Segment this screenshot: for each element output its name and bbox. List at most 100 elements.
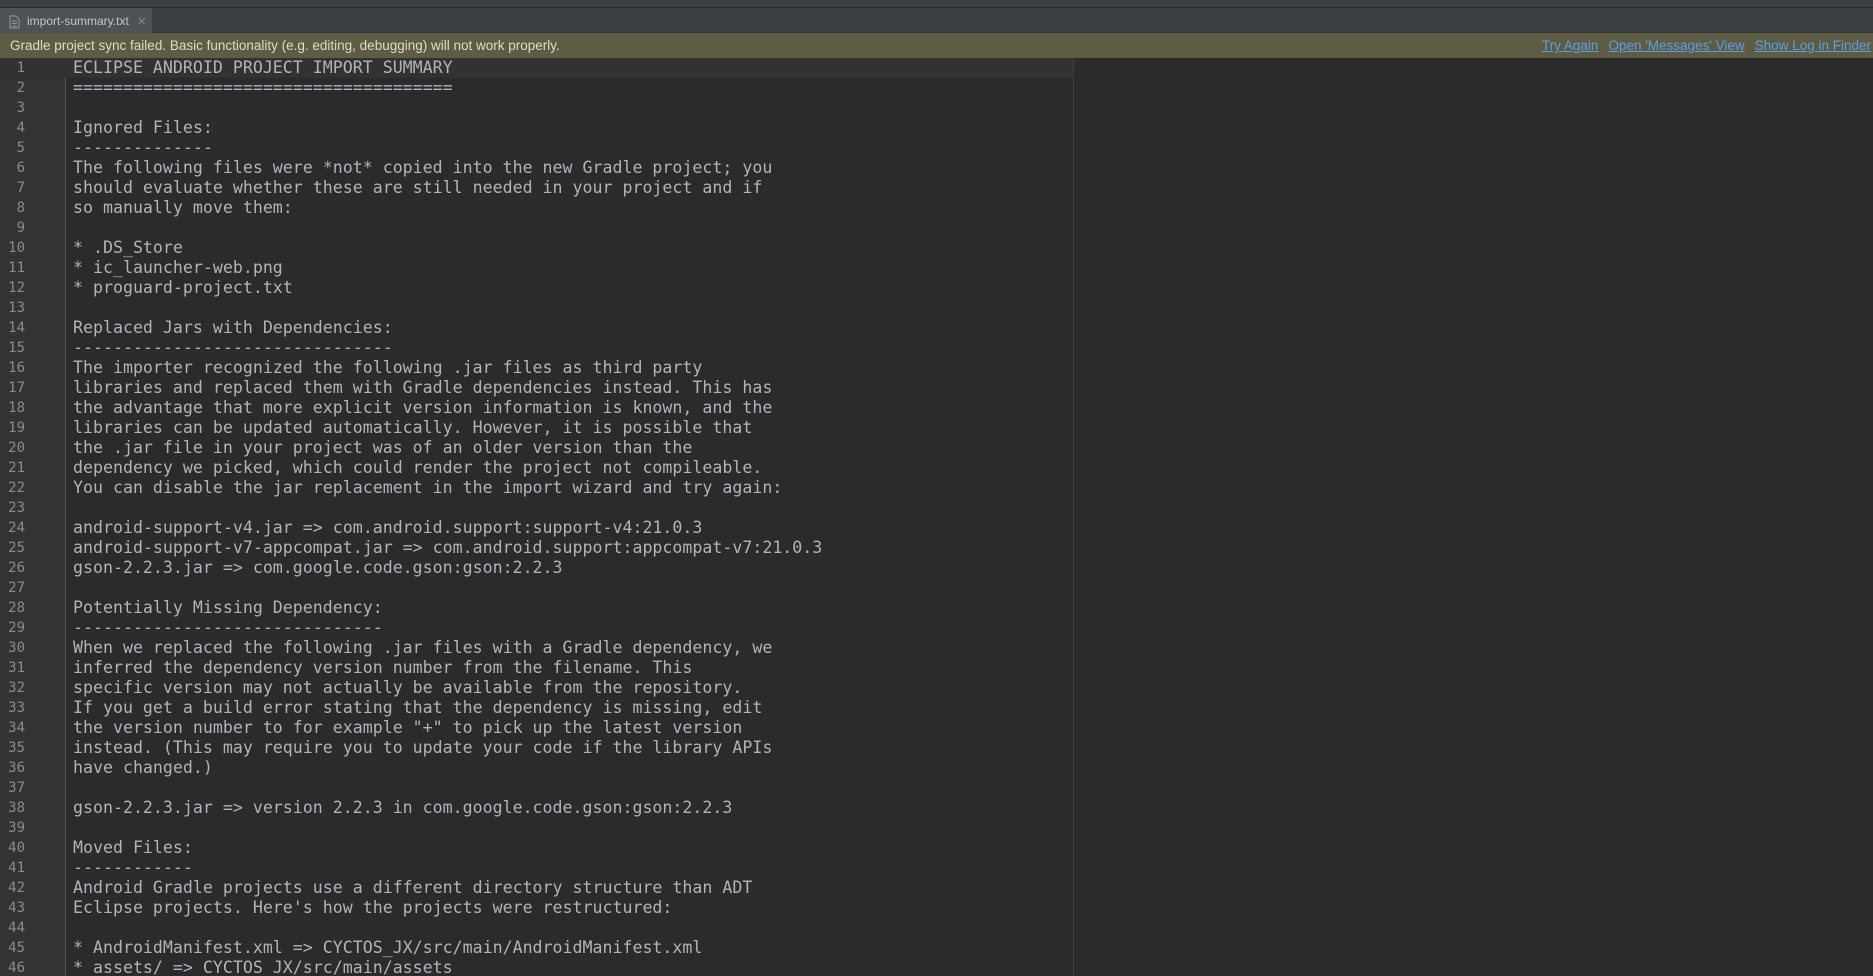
editor-line: 27 — [0, 578, 1073, 598]
editor-line: 18 the advantage that more explicit versi… — [0, 398, 1073, 418]
editor-line: 43 Eclipse projects. Here's how the proje… — [0, 898, 1073, 918]
editor-line: 37 — [0, 778, 1073, 798]
editor-line: 7 should evaluate whether these are still… — [0, 178, 1073, 198]
editor-line: 30 When we replaced the following .jar fi… — [0, 638, 1073, 658]
line-text: ECLIPSE ANDROID PROJECT IMPORT SUMMARY — [73, 58, 453, 77]
line-text: the advantage that more explicit version… — [73, 398, 773, 417]
editor-line: 22 You can disable the jar replacement in… — [0, 478, 1073, 498]
line-text: When we replaced the following .jar file… — [73, 638, 773, 657]
line-number: 19 — [8, 420, 25, 436]
editor-line: 17 libraries and replaced them with Gradl… — [0, 378, 1073, 398]
line-number: 6 — [16, 160, 25, 176]
editor-line: 44 — [0, 918, 1073, 938]
editor-line: 21 dependency we picked, which could rend… — [0, 458, 1073, 478]
editor-line: 36 have changed.) — [0, 758, 1073, 778]
line-text: If you get a build error stating that th… — [73, 698, 763, 717]
text-editor[interactable]: 1 ECLIPSE ANDROID PROJECT IMPORT SUMMARY 2… — [0, 58, 1873, 976]
line-number: 29 — [8, 620, 25, 636]
right-margin-guide — [1073, 58, 1074, 976]
line-number: 3 — [16, 100, 25, 116]
line-number: 27 — [8, 580, 25, 596]
close-icon[interactable]: × — [137, 15, 147, 27]
line-number: 43 — [8, 900, 25, 916]
line-text: android-support-v4.jar => com.android.su… — [73, 518, 703, 537]
editor-line: 28 Potentially Missing Dependency: — [0, 598, 1073, 618]
window-top-strip — [0, 0, 1873, 8]
editor-tab-bar: import-summary.txt × — [0, 8, 1873, 33]
line-text: Moved Files: — [73, 838, 193, 857]
editor-line: 23 — [0, 498, 1073, 518]
line-number: 14 — [8, 320, 25, 336]
editor-line: 15 -------------------------------- — [0, 338, 1073, 358]
line-number: 38 — [8, 800, 25, 816]
editor-line: 25 android-support-v7-appcompat.jar => co… — [0, 538, 1073, 558]
line-text: * .DS_Store — [73, 238, 183, 257]
line-text: * AndroidManifest.xml => CYCTOS_JX/src/m… — [73, 938, 703, 957]
editor-line: 11 * ic_launcher-web.png — [0, 258, 1073, 278]
line-number: 36 — [8, 760, 25, 776]
line-text: libraries can be updated automatically. … — [73, 418, 753, 437]
line-number: 10 — [8, 240, 25, 256]
line-number: 22 — [8, 480, 25, 496]
line-number: 15 — [8, 340, 25, 356]
editor-line: 45 * AndroidManifest.xml => CYCTOS_JX/src… — [0, 938, 1073, 958]
line-text: gson-2.2.3.jar => version 2.2.3 in com.g… — [73, 798, 733, 817]
line-text: * ic_launcher-web.png — [73, 258, 283, 277]
show-log-in-finder-link[interactable]: Show Log in Finder — [1755, 38, 1871, 53]
line-text: should evaluate whether these are still … — [73, 178, 763, 197]
line-number: 5 — [16, 140, 25, 156]
banner-message: Gradle project sync failed. Basic functi… — [10, 38, 560, 53]
line-text: Potentially Missing Dependency: — [73, 598, 383, 617]
try-again-link[interactable]: Try Again — [1542, 38, 1599, 53]
line-number: 25 — [8, 540, 25, 556]
line-text: the version number to for example "+" to… — [73, 718, 743, 737]
tab-label: import-summary.txt — [27, 13, 129, 28]
line-number: 44 — [8, 920, 25, 936]
editor-line: 4 Ignored Files: — [0, 118, 1073, 138]
line-number: 31 — [8, 660, 25, 676]
editor-line: 32 specific version may not actually be a… — [0, 678, 1073, 698]
line-text: ------------ — [73, 858, 193, 877]
line-text: android-support-v7-appcompat.jar => com.… — [73, 538, 823, 557]
tab-import-summary[interactable]: import-summary.txt × — [0, 8, 152, 33]
editor-line: 26 gson-2.2.3.jar => com.google.code.gson… — [0, 558, 1073, 578]
line-number: 20 — [8, 440, 25, 456]
editor-line: 14 Replaced Jars with Dependencies: — [0, 318, 1073, 338]
line-text: dependency we picked, which could render… — [73, 458, 763, 477]
line-number: 12 — [8, 280, 25, 296]
editor-line: 33 If you get a build error stating that … — [0, 698, 1073, 718]
line-text: The following files were *not* copied in… — [73, 158, 773, 177]
editor-line: 24 android-support-v4.jar => com.android.… — [0, 518, 1073, 538]
line-number: 40 — [8, 840, 25, 856]
line-number: 24 — [8, 520, 25, 536]
line-number: 4 — [16, 120, 25, 136]
line-number: 41 — [8, 860, 25, 876]
line-number: 21 — [8, 460, 25, 476]
editor-line: 5 -------------- — [0, 138, 1073, 158]
line-number: 37 — [8, 780, 25, 796]
open-messages-view-link[interactable]: Open 'Messages' View — [1608, 38, 1744, 53]
line-number: 17 — [8, 380, 25, 396]
line-text: You can disable the jar replacement in t… — [73, 478, 783, 497]
editor-line: 29 ------------------------------- — [0, 618, 1073, 638]
line-number: 18 — [8, 400, 25, 416]
editor-line: 20 the .jar file in your project was of a… — [0, 438, 1073, 458]
line-text: Eclipse projects. Here's how the project… — [73, 898, 673, 917]
editor-line: 12 * proguard-project.txt — [0, 278, 1073, 298]
line-text: Ignored Files: — [73, 118, 213, 137]
editor-line: 35 instead. (This may require you to upda… — [0, 738, 1073, 758]
line-number: 2 — [16, 80, 25, 96]
editor-line: 8 so manually move them: — [0, 198, 1073, 218]
line-number: 9 — [16, 220, 25, 236]
editor-line: 38 gson-2.2.3.jar => version 2.2.3 in com… — [0, 798, 1073, 818]
editor-line: 1 ECLIPSE ANDROID PROJECT IMPORT SUMMARY — [0, 58, 1073, 78]
editor-line: 42 Android Gradle projects use a differen… — [0, 878, 1073, 898]
editor-line: 9 — [0, 218, 1073, 238]
editor-line: 10 * .DS_Store — [0, 238, 1073, 258]
editor-line: 34 the version number to for example "+" … — [0, 718, 1073, 738]
line-text: Android Gradle projects use a different … — [73, 878, 753, 897]
line-number: 35 — [8, 740, 25, 756]
editor-line: 41 ------------ — [0, 858, 1073, 878]
line-number: 23 — [8, 500, 25, 516]
line-text: gson-2.2.3.jar => com.google.code.gson:g… — [73, 558, 563, 577]
